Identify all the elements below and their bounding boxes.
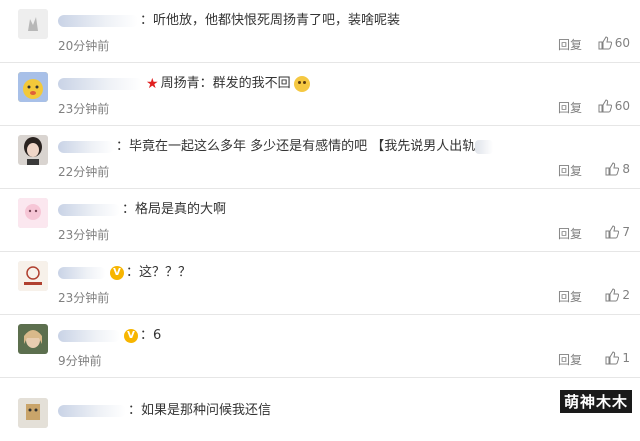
like-button[interactable]: 60 (598, 36, 630, 50)
comment-item: ：如果是那种问候我还信 (0, 378, 640, 441)
avatar[interactable] (18, 324, 48, 354)
doge-emoji-icon (293, 76, 310, 92)
comment-text: ：这？？？ (126, 265, 192, 280)
like-button[interactable]: 60 (598, 99, 630, 113)
reply-button[interactable]: 回复 (558, 351, 582, 368)
like-count: 1 (622, 351, 630, 365)
like-count: 8 (622, 162, 630, 176)
avatar[interactable] (18, 261, 48, 291)
comment-time: 23分钟前 (58, 102, 110, 116)
verified-v-icon: V (110, 266, 124, 280)
comment-item: ：毕竟在一起这么多年 多少还是有感情的吧 【我先说男人出轨 22分钟前 回复 8 (0, 126, 640, 189)
comment-item: V ：6 9分钟前 回复 1 (0, 315, 640, 378)
thumbs-up-icon (598, 99, 612, 113)
watermark: 萌神木木 (559, 390, 632, 413)
username[interactable] (58, 78, 142, 90)
comment-text: ：6 (140, 328, 162, 343)
avatar[interactable] (18, 198, 48, 228)
comment-text: ：听他放，他都快恨死周扬青了吧，装啥呢装 (140, 13, 401, 28)
comment-item: ：格局是真的大啊 23分钟前 回复 7 (0, 189, 640, 252)
comment-time: 23分钟前 (58, 228, 110, 242)
reply-button[interactable]: 回复 (558, 99, 582, 116)
comment-text: 周扬青：群发的我不回 (160, 76, 291, 91)
comment-time: 20分钟前 (58, 39, 110, 53)
like-button[interactable]: 2 (605, 288, 630, 302)
username[interactable] (58, 15, 138, 27)
reply-button[interactable]: 回复 (558, 225, 582, 242)
comment-time: 23分钟前 (58, 291, 110, 305)
comment-text: ：格局是真的大啊 (122, 202, 227, 217)
username[interactable] (58, 330, 120, 342)
comment-item: ：听他放，他都快恨死周扬青了吧，装啥呢装 20分钟前 回复 60 (0, 0, 640, 63)
like-button[interactable]: 7 (605, 225, 630, 239)
like-button[interactable]: 8 (605, 162, 630, 176)
comment-item: ★ 周扬青：群发的我不回 23分钟前 回复 60 (0, 63, 640, 126)
avatar[interactable] (18, 135, 48, 165)
username[interactable] (58, 267, 106, 279)
verified-v-icon: V (124, 329, 138, 343)
thumbs-up-icon (605, 162, 620, 176)
comment-item: V ：这？？？ 23分钟前 回复 2 (0, 252, 640, 315)
comment-text: ：如果是那种问候我还信 (128, 403, 272, 418)
username[interactable] (58, 405, 126, 417)
thumbs-up-icon (605, 225, 620, 239)
avatar[interactable] (18, 72, 48, 102)
thumbs-up-icon (598, 36, 612, 50)
star-icon: ★ (146, 76, 159, 92)
like-button[interactable]: 1 (605, 351, 630, 365)
like-count: 60 (614, 36, 630, 50)
avatar[interactable] (18, 9, 48, 39)
username[interactable] (58, 141, 114, 153)
reply-button[interactable]: 回复 (558, 36, 582, 53)
thumbs-up-icon (605, 288, 620, 302)
like-count: 2 (622, 288, 630, 302)
comment-time: 9分钟前 (58, 354, 102, 368)
truncation-fade (475, 140, 494, 154)
reply-button[interactable]: 回复 (558, 162, 582, 179)
reply-button[interactable]: 回复 (558, 288, 582, 305)
like-count: 7 (622, 225, 630, 239)
username[interactable] (58, 204, 120, 216)
comment-text: ：毕竟在一起这么多年 多少还是有感情的吧 【我先说男人出轨 (116, 139, 476, 154)
comment-time: 22分钟前 (58, 165, 110, 179)
avatar[interactable] (18, 398, 48, 428)
like-count: 60 (614, 99, 630, 113)
thumbs-up-icon (605, 351, 620, 365)
